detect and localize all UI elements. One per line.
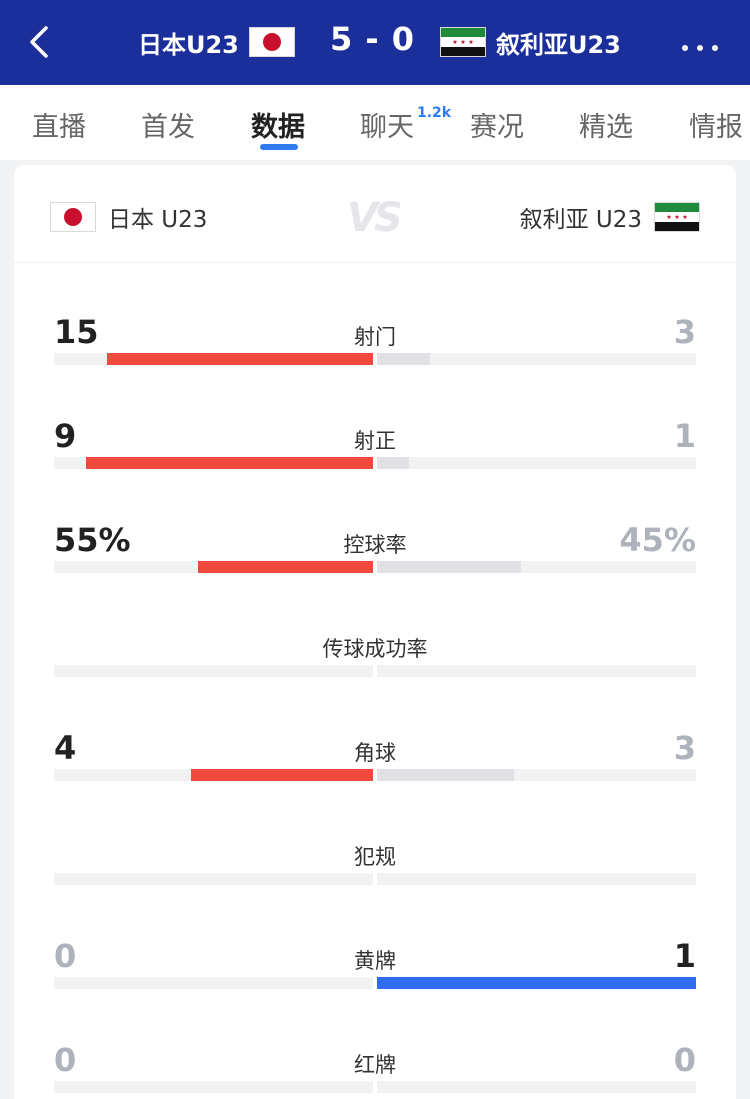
stat-label: 红牌	[354, 1053, 396, 1077]
away-bar-fill	[377, 353, 431, 365]
stat-label: 射门	[354, 325, 396, 349]
home-bar-track	[54, 873, 373, 885]
stat-label: 射正	[354, 429, 396, 453]
match-header: 日本U23 5 - 0 叙利亚U23	[0, 0, 750, 85]
tab-data[interactable]: 数据	[251, 105, 305, 144]
stat-away-value: 1	[673, 417, 696, 455]
tab-bar: 直播 首发 数据 聊天 1.2k 赛况 精选 情报	[0, 85, 750, 160]
away-bar-fill	[377, 769, 514, 781]
home-bar-fill	[85, 457, 373, 469]
away-bar-fill	[377, 977, 696, 989]
away-bar-track	[377, 1081, 696, 1093]
away-bar-fill	[377, 457, 409, 469]
away-bar-track	[377, 353, 696, 365]
japan-flag-icon	[248, 27, 295, 57]
away-bar-track	[377, 873, 696, 885]
stat-away-value: 3	[673, 313, 696, 351]
home-bar-fill	[197, 561, 373, 573]
away-bar-track	[377, 457, 696, 469]
syria-flag-icon	[440, 27, 486, 57]
away-bar-track	[377, 769, 696, 781]
home-bar-track	[54, 769, 373, 781]
home-bar-fill	[107, 353, 373, 365]
header-home-team[interactable]: 日本U23	[138, 22, 295, 62]
japan-flag-icon	[50, 202, 96, 232]
stat-row: 55% 控球率 45%	[14, 521, 736, 601]
stat-row: 传球成功率	[14, 625, 736, 705]
home-bar-track	[54, 457, 373, 469]
stat-label: 角球	[354, 741, 396, 765]
match-score: 5 - 0	[329, 20, 416, 58]
away-team-label: 叙利亚 U23	[520, 200, 700, 234]
home-bar-track	[54, 665, 373, 677]
syria-flag-icon	[654, 202, 700, 232]
active-tab-indicator	[260, 144, 298, 150]
stat-row: 0 黄牌 1	[14, 937, 736, 1017]
stats-card: 日本 U23 VS 叙利亚 U23 15 射门 3 9 射正 1 55% 控球率 45% 传球成功…	[14, 165, 736, 1099]
vs-logo: VS	[347, 195, 403, 241]
stat-away-value: 45%	[619, 521, 696, 559]
away-bar-track	[377, 665, 696, 677]
home-bar-track	[54, 1081, 373, 1093]
stat-away-value: 0	[673, 1041, 696, 1079]
header-away-team[interactable]: 叙利亚U23	[440, 22, 621, 62]
home-bar-track	[54, 977, 373, 989]
tab-chat[interactable]: 聊天	[360, 105, 414, 144]
stat-row: 9 射正 1	[14, 417, 736, 497]
stat-away-value: 1	[673, 937, 696, 975]
stat-row: 0 红牌 0	[14, 1041, 736, 1099]
tab-intel[interactable]: 情报	[689, 105, 743, 144]
chat-count-badge: 1.2k	[417, 105, 452, 121]
tab-highlights[interactable]: 精选	[579, 105, 633, 144]
home-bar-track	[54, 353, 373, 365]
home-bar-track	[54, 561, 373, 573]
teams-row: 日本 U23 VS 叙利亚 U23	[14, 165, 736, 263]
stat-label: 犯规	[354, 845, 396, 869]
home-team-name: 日本U23	[138, 30, 239, 59]
away-bar-fill	[377, 561, 521, 573]
tab-match-events[interactable]: 赛况	[470, 105, 524, 144]
away-bar-track	[377, 977, 696, 989]
stat-row: 4 角球 3	[14, 729, 736, 809]
back-arrow-icon[interactable]	[22, 22, 62, 62]
tab-lineup[interactable]: 首发	[141, 105, 195, 144]
home-team-label: 日本 U23	[50, 200, 207, 234]
away-team-name: 叙利亚U23	[496, 30, 621, 59]
tab-live[interactable]: 直播	[32, 105, 86, 144]
stat-away-value: 3	[673, 729, 696, 767]
away-bar-track	[377, 561, 696, 573]
stat-row: 15 射门 3	[14, 313, 736, 393]
stat-label: 黄牌	[354, 949, 396, 973]
stat-label: 传球成功率	[322, 637, 428, 661]
stat-row: 犯规	[14, 833, 736, 913]
more-dots-icon[interactable]	[680, 38, 720, 51]
home-bar-fill	[190, 769, 373, 781]
